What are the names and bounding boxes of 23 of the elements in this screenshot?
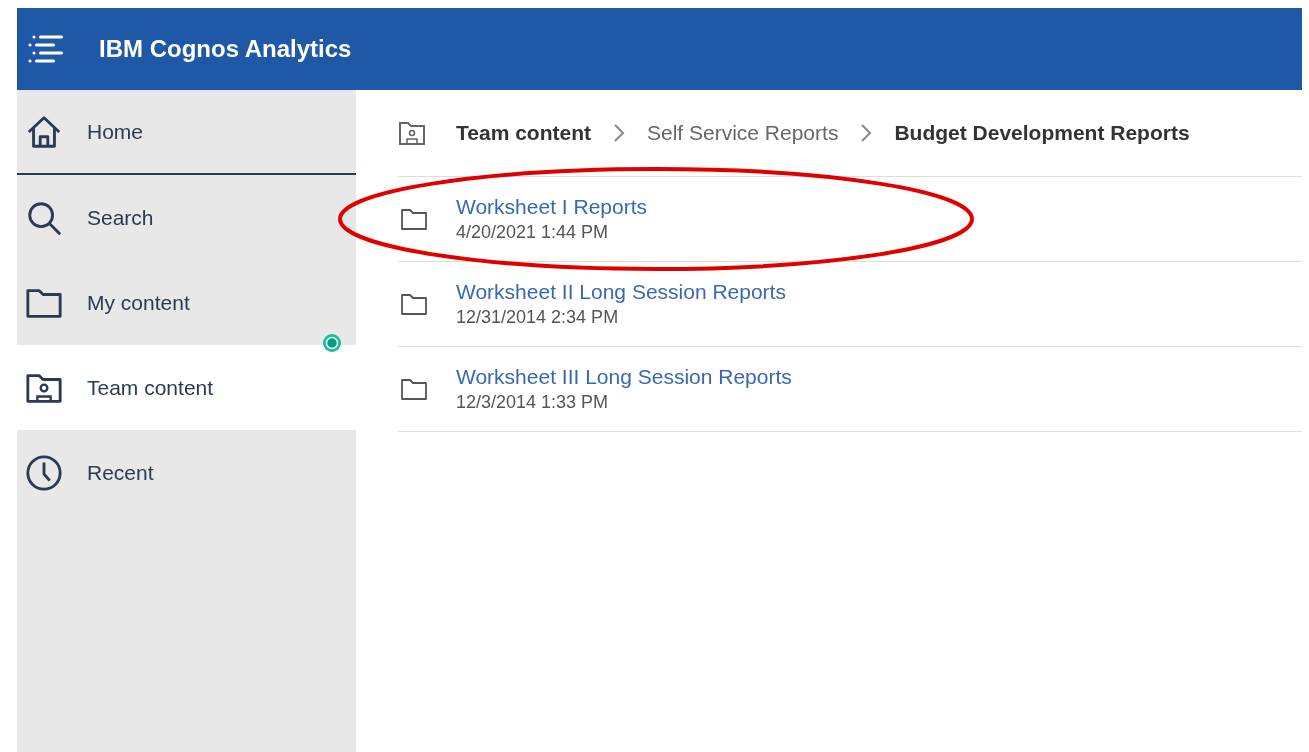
chevron-icon (612, 123, 625, 143)
chevron-icon (860, 123, 873, 143)
team-folder-icon (398, 120, 426, 146)
sidebar-item[interactable]: Home (17, 90, 356, 175)
modified-date: 12/3/2014 1:33 PM (456, 392, 610, 413)
breadcrumb-link[interactable]: Team content (456, 121, 591, 145)
folder-icon (400, 207, 428, 231)
modified-date: 4/20/2021 1:44 PM (456, 222, 610, 243)
sidebar-item[interactable]: Team content (17, 345, 356, 430)
status-dot-icon (322, 333, 342, 353)
breadcrumb-link[interactable]: Self Service Reports (646, 121, 839, 145)
sidebar-item[interactable]: My content (17, 260, 356, 345)
sidebar-item[interactable]: Recent (17, 430, 356, 515)
folder-link[interactable]: Worksheet III Long Session Reports (456, 365, 792, 389)
sidebar-item[interactable]: Search (17, 175, 356, 260)
folder-icon (400, 377, 428, 401)
breadcrumb-link[interactable]: Budget Development Reports (894, 121, 1190, 145)
folder-link[interactable]: Worksheet II Long Session Reports (456, 280, 786, 304)
app-title: IBM Cognos Analytics (99, 35, 352, 63)
clock-icon (25, 453, 63, 492)
folder-icon (400, 292, 428, 316)
modified-date: 12/31/2014 2:34 PM (456, 307, 620, 328)
folder-link[interactable]: Worksheet I Reports (456, 195, 648, 219)
